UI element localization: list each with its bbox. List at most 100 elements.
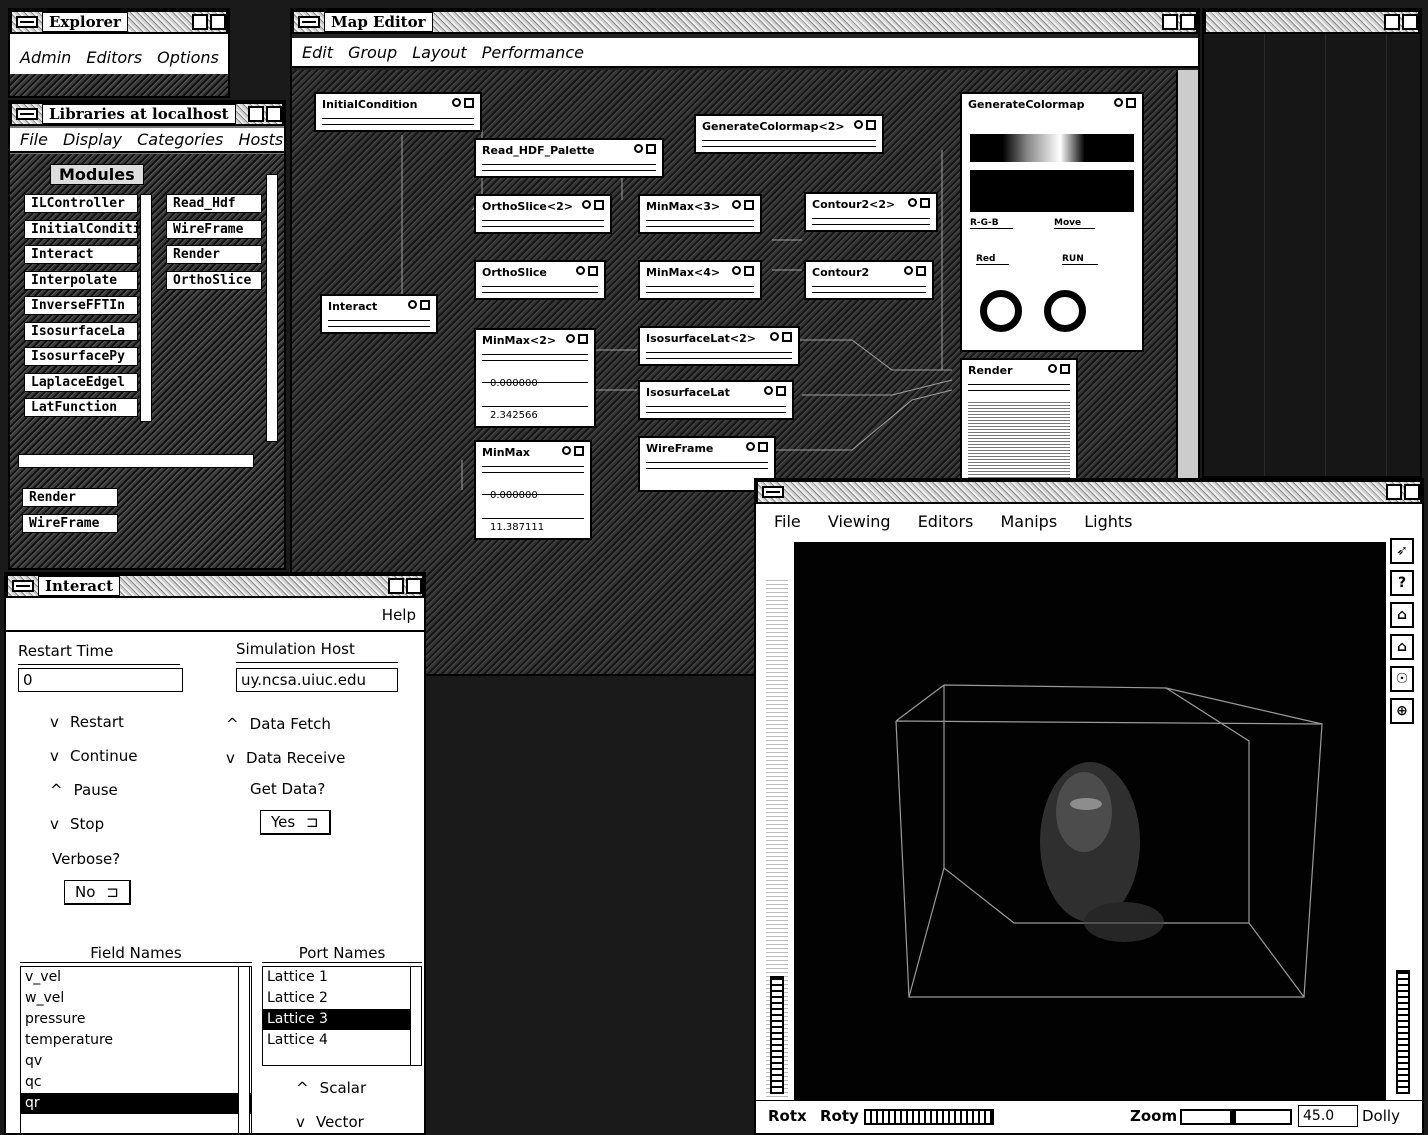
power-icon[interactable] [1048,364,1057,373]
dial-icon[interactable] [1044,290,1086,332]
menu-help[interactable]: Help [382,606,416,624]
verbose-option-menu[interactable]: No ⊐ [64,880,131,905]
module-list-item[interactable]: InverseFFTIn [24,296,138,315]
shelf-list-item[interactable]: OrthoSlice [166,270,262,290]
module-list-item[interactable]: LatFunction [24,398,138,417]
data-fetch-option[interactable]: ^ Data Fetch [226,714,331,733]
module-render[interactable]: Render [960,358,1078,486]
port-name-item[interactable]: Lattice 2 [263,988,421,1009]
render-area[interactable] [794,542,1386,1102]
module-minmax[interactable]: MinMax 0.000000 11.387111 [474,440,592,540]
port-names-scrollbar[interactable] [410,966,422,1066]
panel-icon[interactable] [464,98,474,108]
shelf-list-item[interactable]: WireFrame [166,219,262,239]
simulation-host-input[interactable]: uy.ncsa.uiuc.edu [236,668,398,692]
maximize-icon[interactable] [266,106,282,122]
viewer-titlebar[interactable] [756,480,1422,504]
panel-icon[interactable] [866,120,876,130]
zoom-slider-thumb[interactable] [1230,1111,1236,1123]
power-icon[interactable] [582,200,591,209]
data-receive-option[interactable]: v Data Receive [226,748,345,767]
maximize-icon[interactable] [406,578,422,594]
shelf-list-item[interactable]: Read_Hdf [166,194,262,213]
module-list-item[interactable]: Interact [24,245,138,264]
module-list-item[interactable]: IsosurfaceLa [24,321,138,341]
dial-icon[interactable] [980,290,1022,332]
power-icon[interactable] [732,200,741,209]
colormap-canvas[interactable] [970,170,1134,212]
power-icon[interactable] [764,386,773,395]
field-name-item[interactable]: qr [21,1093,251,1114]
colormap-option-menu[interactable]: Red [976,254,1010,265]
power-icon[interactable] [634,144,643,153]
minimize-icon[interactable] [248,106,264,122]
field-name-item[interactable]: temperature [21,1030,251,1051]
menu-hosts[interactable]: Hosts [238,130,283,149]
panel-icon[interactable] [758,442,768,452]
panel-icon[interactable] [646,144,656,154]
port-name-item[interactable]: Lattice 1 [263,967,421,988]
panel-icon[interactable] [578,334,588,344]
module-read-hdf-palette[interactable]: Read_HDF_Palette [474,138,664,178]
field-name-item[interactable]: v_vel [21,967,251,988]
help-icon[interactable]: ? [1390,570,1414,596]
selected-wireframe[interactable]: WireFrame [22,514,118,533]
module-list-item[interactable]: ILController [24,194,138,213]
module-list-item[interactable]: IsosurfacePy [24,347,138,366]
window-menu-icon[interactable] [16,16,38,28]
roty-thumbwheel[interactable] [864,1109,994,1125]
pause-option[interactable]: ^ Pause [50,780,118,799]
panel-icon[interactable] [574,446,584,456]
panel-icon[interactable] [782,332,792,342]
module-list-item[interactable]: Interpolate [24,270,138,290]
power-icon[interactable] [566,334,575,343]
module-minmax4[interactable]: MinMax<4> [638,260,762,300]
power-icon[interactable] [576,266,585,275]
module-orthoslice[interactable]: OrthoSlice [474,260,606,300]
shelf-list-item[interactable]: Render [166,245,262,264]
field-name-item[interactable]: qc [21,1072,251,1093]
panel-icon[interactable] [594,200,604,210]
module-contour2-2[interactable]: Contour2<2> [804,192,938,232]
power-icon[interactable] [770,332,779,341]
power-icon[interactable] [732,266,741,275]
panel-icon[interactable] [744,200,754,210]
colormap-option-menu[interactable]: Move [1054,218,1096,229]
maximize-icon[interactable] [1404,484,1420,500]
module-interact[interactable]: Interact [320,294,438,334]
field-name-item[interactable]: pressure [21,1009,251,1030]
panel-icon[interactable] [1126,98,1136,108]
panel-icon[interactable] [420,300,430,310]
scalar-option[interactable]: ^ Scalar [296,1078,366,1097]
port-names-list[interactable]: Lattice 1 Lattice 2 Lattice 3 Lattice 4 [262,966,422,1066]
module-list-scrollbar[interactable] [140,194,152,422]
home-icon[interactable]: ⌂ [1390,602,1414,628]
minimize-icon[interactable] [388,578,404,594]
shelf-scrollbar[interactable] [266,174,278,442]
explorer-titlebar[interactable]: Explorer [10,10,228,34]
panel-icon[interactable] [920,198,930,208]
module-contour2[interactable]: Contour2 [804,260,934,300]
background-titlebar[interactable] [1204,10,1420,34]
minimize-icon[interactable] [1386,484,1402,500]
restart-time-input[interactable]: 0 [18,668,183,692]
power-icon[interactable] [904,266,913,275]
menu-editors[interactable]: Editors [918,512,974,531]
window-menu-icon[interactable] [12,580,34,592]
rotx-thumbwheel[interactable] [770,976,784,1094]
module-minmax3[interactable]: MinMax<3> [638,194,762,234]
stop-option[interactable]: v Stop [50,814,104,833]
seek-icon[interactable]: ⊕ [1390,698,1414,724]
power-icon[interactable] [854,120,863,129]
minimize-icon[interactable] [1384,14,1400,30]
selected-render[interactable]: Render [22,488,118,507]
module-generate-colormap2[interactable]: GenerateColormap<2> [694,114,884,154]
module-isosurfacelat2[interactable]: IsosurfaceLat<2> [638,326,800,366]
panel-icon[interactable] [588,266,598,276]
interact-titlebar[interactable]: Interact [6,574,424,598]
get-data-option-menu[interactable]: Yes ⊐ [260,810,331,835]
module-orthoslice2[interactable]: OrthoSlice<2> [474,194,612,234]
menu-file[interactable]: File [20,130,48,149]
module-initial-condition[interactable]: InitialCondition [314,92,482,132]
field-names-list[interactable]: v_vel w_vel pressure temperature qv qc qr [20,966,252,1133]
